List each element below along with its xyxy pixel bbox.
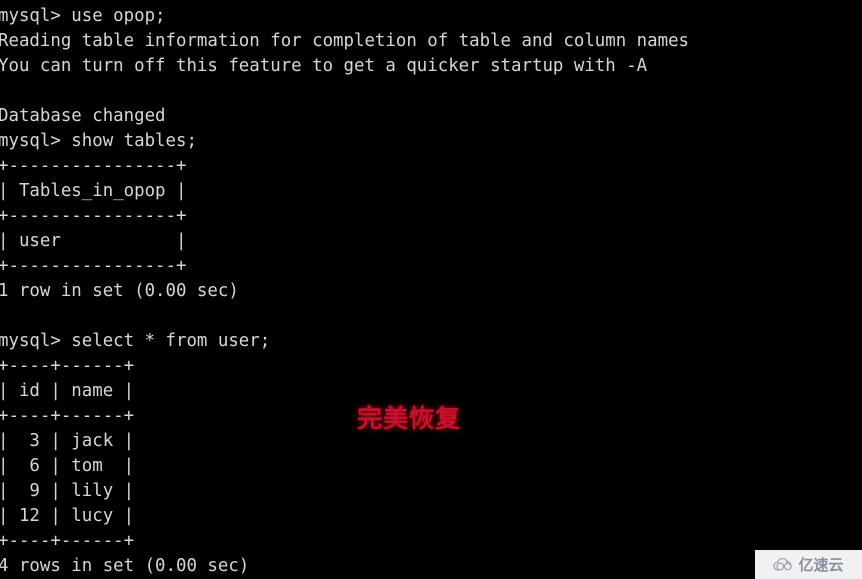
terminal-line: +----+------+ xyxy=(0,531,135,551)
terminal-window[interactable]: mysql> use opop; Reading table informatio… xyxy=(0,0,862,579)
annotation-text: 完美恢复 xyxy=(357,404,462,433)
terminal-line: | Tables_in_opop | xyxy=(0,181,187,201)
terminal-line: 1 row in set (0.00 sec) xyxy=(0,281,239,301)
terminal-line: | 9 | lily | xyxy=(0,481,135,501)
terminal-line: You can turn off this feature to get a q… xyxy=(0,56,648,76)
terminal-line: mysql> use opop; xyxy=(0,6,166,26)
terminal-line: +----------------+ xyxy=(0,256,187,276)
cloud-icon xyxy=(773,557,793,571)
terminal-line: +----------------+ xyxy=(0,206,187,226)
terminal-line: | id | name | xyxy=(0,381,135,401)
terminal-line: Reading table information for completion… xyxy=(0,31,690,51)
watermark: 亿速云 xyxy=(755,550,862,579)
terminal-line: | user | xyxy=(0,231,187,251)
terminal-line: +----+------+ xyxy=(0,356,135,376)
terminal-line: | 6 | tom | xyxy=(0,456,135,476)
terminal-line: mysql> select * from user; xyxy=(0,331,271,351)
terminal-line: 4 rows in set (0.00 sec) xyxy=(0,556,250,576)
terminal-line: Database changed xyxy=(0,106,166,126)
terminal-line: | 12 | lucy | xyxy=(0,506,135,526)
terminal-line: +----------------+ xyxy=(0,156,187,176)
terminal-output: mysql> use opop; Reading table informatio… xyxy=(0,4,862,579)
watermark-text: 亿速云 xyxy=(798,555,844,574)
terminal-line: mysql> show tables; xyxy=(0,131,197,151)
